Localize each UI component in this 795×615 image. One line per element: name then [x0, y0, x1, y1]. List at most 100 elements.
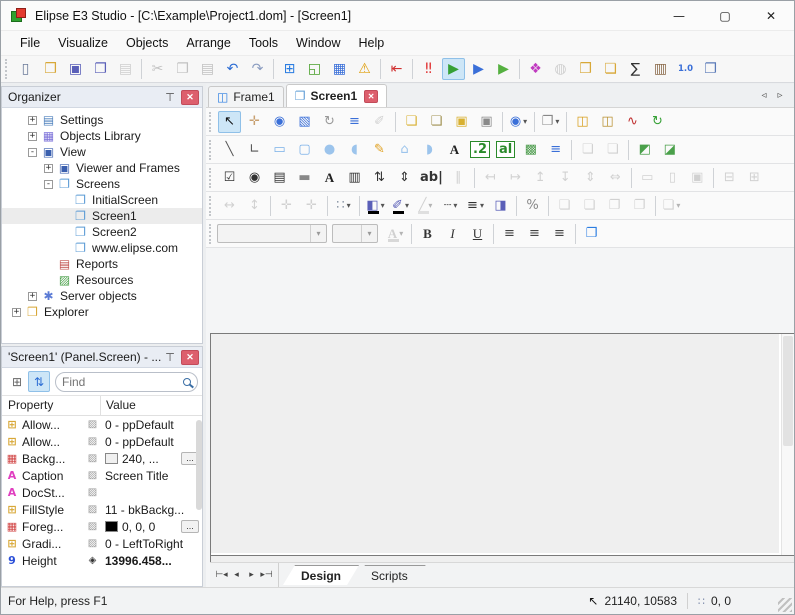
document-tab-screen1[interactable]: ❐ Screen1 ✕: [285, 84, 388, 107]
grid-options-dropdown[interactable]: ▾: [347, 201, 351, 210]
expander-icon[interactable]: -: [28, 147, 37, 157]
find-windows-button[interactable]: ❐: [699, 58, 722, 80]
insert-screen-button[interactable]: ◱: [303, 58, 326, 80]
property-value[interactable]: Screen Title: [101, 469, 202, 483]
chevron-down-icon[interactable]: ▾: [310, 225, 326, 242]
find-input[interactable]: [62, 374, 183, 389]
tree-item-reports[interactable]: +▤Reports: [2, 256, 202, 272]
pie-tool-button[interactable]: ◖: [343, 139, 366, 161]
canvas-vertical-scrollbar[interactable]: [781, 334, 794, 555]
menu-item-objects[interactable]: Objects: [117, 33, 177, 53]
toolbar-grip[interactable]: [209, 111, 214, 132]
property-value[interactable]: 0 - ppDefault: [101, 418, 202, 432]
closed-curve-tool-button[interactable]: ◗: [418, 139, 441, 161]
tree-item-settings[interactable]: + ▤ Settings: [2, 112, 202, 128]
tree-item-server-objects[interactable]: + ✱ Server objects: [2, 288, 202, 304]
send-to-back-button[interactable]: ❏: [425, 111, 448, 133]
ellipse-tool-button[interactable]: ●: [318, 139, 341, 161]
screen-design-surface[interactable]: [211, 334, 781, 555]
redo-button[interactable]: ↷: [246, 58, 269, 80]
tab-order-button[interactable]: ≡: [343, 111, 366, 133]
line-width-dropdown[interactable]: ▾: [480, 201, 484, 210]
menu-item-window[interactable]: Window: [287, 33, 349, 53]
scroll-tabs-right-button[interactable]: ▹: [772, 90, 788, 101]
association-icon[interactable]: ▨: [84, 487, 101, 498]
property-row-docst-[interactable]: A DocSt... ▨: [2, 484, 202, 501]
listbox-control-button[interactable]: ▤: [268, 167, 291, 189]
properties-close-button[interactable]: ✕: [181, 349, 199, 365]
button-control-button[interactable]: ▬: [293, 167, 316, 189]
brush-color-button[interactable]: ✐ ▾: [389, 195, 412, 217]
prev-sheet-button[interactable]: ◂: [229, 570, 244, 580]
select-tool-button[interactable]: ↖: [218, 110, 241, 133]
tree-item-objects-library[interactable]: + ▦ Objects Library: [2, 128, 202, 144]
tree-item-explorer[interactable]: + ❒ Explorer: [2, 304, 202, 320]
align-text-center-button[interactable]: ≡: [523, 223, 546, 245]
group-objects-dropdown[interactable]: ▾: [555, 117, 559, 126]
document-tab-frame1[interactable]: ◫ Frame1: [208, 86, 284, 107]
association-icon[interactable]: ▨: [84, 538, 101, 549]
line-tool-button[interactable]: ╲: [218, 139, 241, 161]
fill-color-dropdown[interactable]: ▾: [381, 201, 385, 210]
maximize-button[interactable]: ▢: [702, 1, 748, 30]
grid-options-button[interactable]: ∷ ▾: [332, 195, 355, 217]
align-text-left-button[interactable]: ≡: [498, 223, 521, 245]
verify-domain-button[interactable]: ⚠: [353, 58, 376, 80]
property-value[interactable]: 0 - LeftToRight: [101, 537, 202, 551]
tree-item-viewer-and-frames[interactable]: + ▣ Viewer and Frames: [2, 160, 202, 176]
paste-links-button[interactable]: ◪: [658, 139, 681, 161]
search-in-files-button[interactable]: ❒: [574, 58, 597, 80]
property-row-allow-[interactable]: ⊞ Allow... ▨ 0 - ppDefault: [2, 433, 202, 450]
zoom-level-button[interactable]: ◉ ▾: [507, 111, 530, 133]
menu-item-arrange[interactable]: Arrange: [177, 33, 239, 53]
line-color-dropdown[interactable]: ▾: [428, 201, 432, 210]
line-width-button[interactable]: ≡ ▾: [464, 195, 487, 217]
search-icon[interactable]: [183, 377, 191, 386]
property-row-height[interactable]: 9 Height ◈ 13996.458...: [2, 552, 202, 569]
tree-item-initialscreen[interactable]: +❐InitialScreen: [2, 192, 202, 208]
organizer-close-button[interactable]: ✕: [181, 89, 199, 105]
execute-domain-button[interactable]: ▶: [442, 58, 465, 80]
property-row-gradi-[interactable]: ⊞ Gradi... ▨ 0 - LeftToRight: [2, 535, 202, 552]
font-color-dropdown[interactable]: ▾: [399, 229, 403, 238]
expression-editor-button[interactable]: ∑: [624, 58, 647, 80]
insert-chart-button[interactable]: ∿: [621, 111, 644, 133]
brush-color-dropdown[interactable]: ▾: [405, 201, 409, 210]
association-icon[interactable]: ▨: [84, 470, 101, 481]
toolbar-grip[interactable]: [209, 223, 214, 244]
sheet-tab-design[interactable]: Design: [283, 565, 359, 585]
domain-options-button[interactable]: ⇤: [385, 58, 408, 80]
sort-alphabetical-button[interactable]: ⇅: [28, 371, 50, 392]
expander-icon[interactable]: +: [28, 291, 37, 301]
rotate-tool-button[interactable]: ↻: [318, 111, 341, 133]
background-style-button[interactable]: ◨: [489, 195, 512, 217]
save-all-button[interactable]: ❐: [89, 58, 112, 80]
close-tab-button[interactable]: ✕: [364, 89, 379, 103]
toolbar-grip[interactable]: [5, 59, 10, 79]
save-button[interactable]: ▣: [64, 58, 87, 80]
insert-e3query-button[interactable]: ◫: [596, 111, 619, 133]
menu-item-help[interactable]: Help: [350, 33, 394, 53]
association-icon[interactable]: ▨: [84, 521, 101, 532]
bold-button[interactable]: B: [416, 223, 439, 245]
property-row-foreg-[interactable]: ▦ Foreg... ▨ 0, 0, 0...: [2, 518, 202, 535]
format-number-button[interactable]: 1.0: [674, 58, 697, 80]
property-value[interactable]: 0, 0, 0...: [101, 520, 202, 534]
property-value[interactable]: 0 - ppDefault: [101, 435, 202, 449]
zoom-level-dropdown[interactable]: ▾: [523, 117, 527, 126]
association-icon[interactable]: ▨: [84, 453, 101, 464]
line-style-button[interactable]: ┄ ▾: [439, 195, 462, 217]
property-value[interactable]: 240, ......: [101, 452, 202, 466]
tree-item-view[interactable]: - ▣ View: [2, 144, 202, 160]
checkbox-control-button[interactable]: ☑: [218, 167, 241, 189]
expander-icon[interactable]: +: [44, 163, 53, 173]
properties-scrollbar[interactable]: [196, 420, 202, 510]
expander-icon[interactable]: +: [28, 131, 37, 141]
resize-grip[interactable]: [778, 598, 792, 612]
toolbar-grip[interactable]: [209, 167, 214, 188]
textbox-control-button[interactable]: ab|: [418, 167, 445, 189]
polygon-tool-button[interactable]: ⌂: [393, 139, 416, 161]
chevron-down-icon[interactable]: ▾: [361, 225, 377, 242]
association-icon[interactable]: ▨: [84, 419, 101, 430]
rectangle-tool-button[interactable]: ▭: [268, 139, 291, 161]
